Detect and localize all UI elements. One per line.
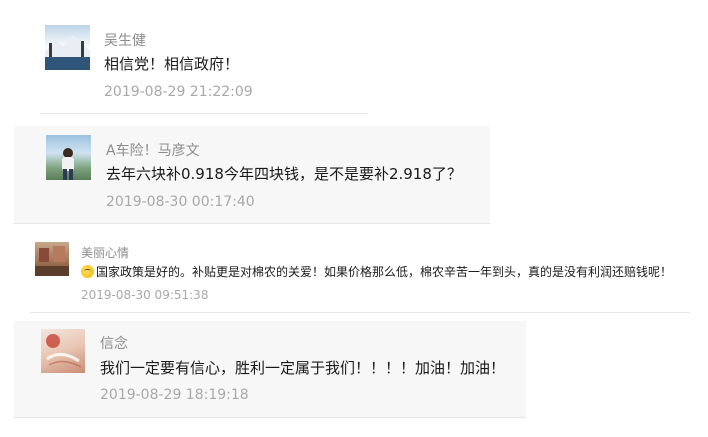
divider — [14, 417, 526, 418]
comment-author[interactable]: A车险！马彦文 — [106, 140, 200, 160]
avatar[interactable] — [35, 242, 69, 276]
comment-card-2: A车险！马彦文 去年六块补0.918今年四块钱，是不是要补2.918了？ 201… — [14, 126, 490, 224]
comment-author[interactable]: 信念 — [100, 333, 128, 353]
comment-author[interactable]: 吴生健 — [104, 30, 146, 50]
comment-text: 去年六块补0.918今年四块钱，是不是要补2.918了？ — [106, 165, 462, 183]
avatar[interactable] — [41, 329, 85, 373]
comment-card-1: 吴生健 相信党！相信政府！ 2019-08-29 21:22:09 — [40, 16, 368, 114]
avatar[interactable] — [45, 25, 90, 70]
avatar-image — [35, 246, 69, 276]
comment-timestamp: 2019-08-29 18:19:18 — [100, 387, 249, 403]
comment-card-3: 美丽心情 国家政策是好的。补贴更是对棉农的关爱！如果价格那么低，棉农辛苦一年到头… — [30, 235, 690, 313]
comment-text: 国家政策是好的。补贴更是对棉农的关爱！如果价格那么低，棉农辛苦一年到头，真的是没… — [81, 263, 672, 280]
comment-timestamp: 2019-08-29 21:22:09 — [104, 84, 253, 100]
avatar-image — [46, 334, 82, 368]
avatar-image — [62, 148, 74, 180]
comment-text: 我们一定要有信心，胜利一定属于我们！！！！加油！加油！ — [100, 359, 506, 377]
comment-card-4: 信念 我们一定要有信心，胜利一定属于我们！！！！加油！加油！ 2019-08-2… — [14, 321, 526, 418]
avatar-image — [45, 35, 90, 70]
divider — [30, 312, 690, 313]
avatar[interactable] — [46, 135, 91, 180]
comment-text: 相信党！相信政府！ — [104, 55, 240, 73]
comment-timestamp: 2019-08-30 00:17:40 — [106, 194, 255, 210]
comment-text-body: 国家政策是好的。补贴更是对棉农的关爱！如果价格那么低，棉农辛苦一年到头，真的是没… — [96, 265, 673, 279]
comment-timestamp: 2019-08-30 09:51:38 — [81, 288, 209, 302]
smile-emoji-icon — [81, 265, 94, 278]
divider — [14, 223, 490, 224]
comment-author[interactable]: 美丽心情 — [81, 244, 129, 261]
divider — [40, 113, 368, 114]
